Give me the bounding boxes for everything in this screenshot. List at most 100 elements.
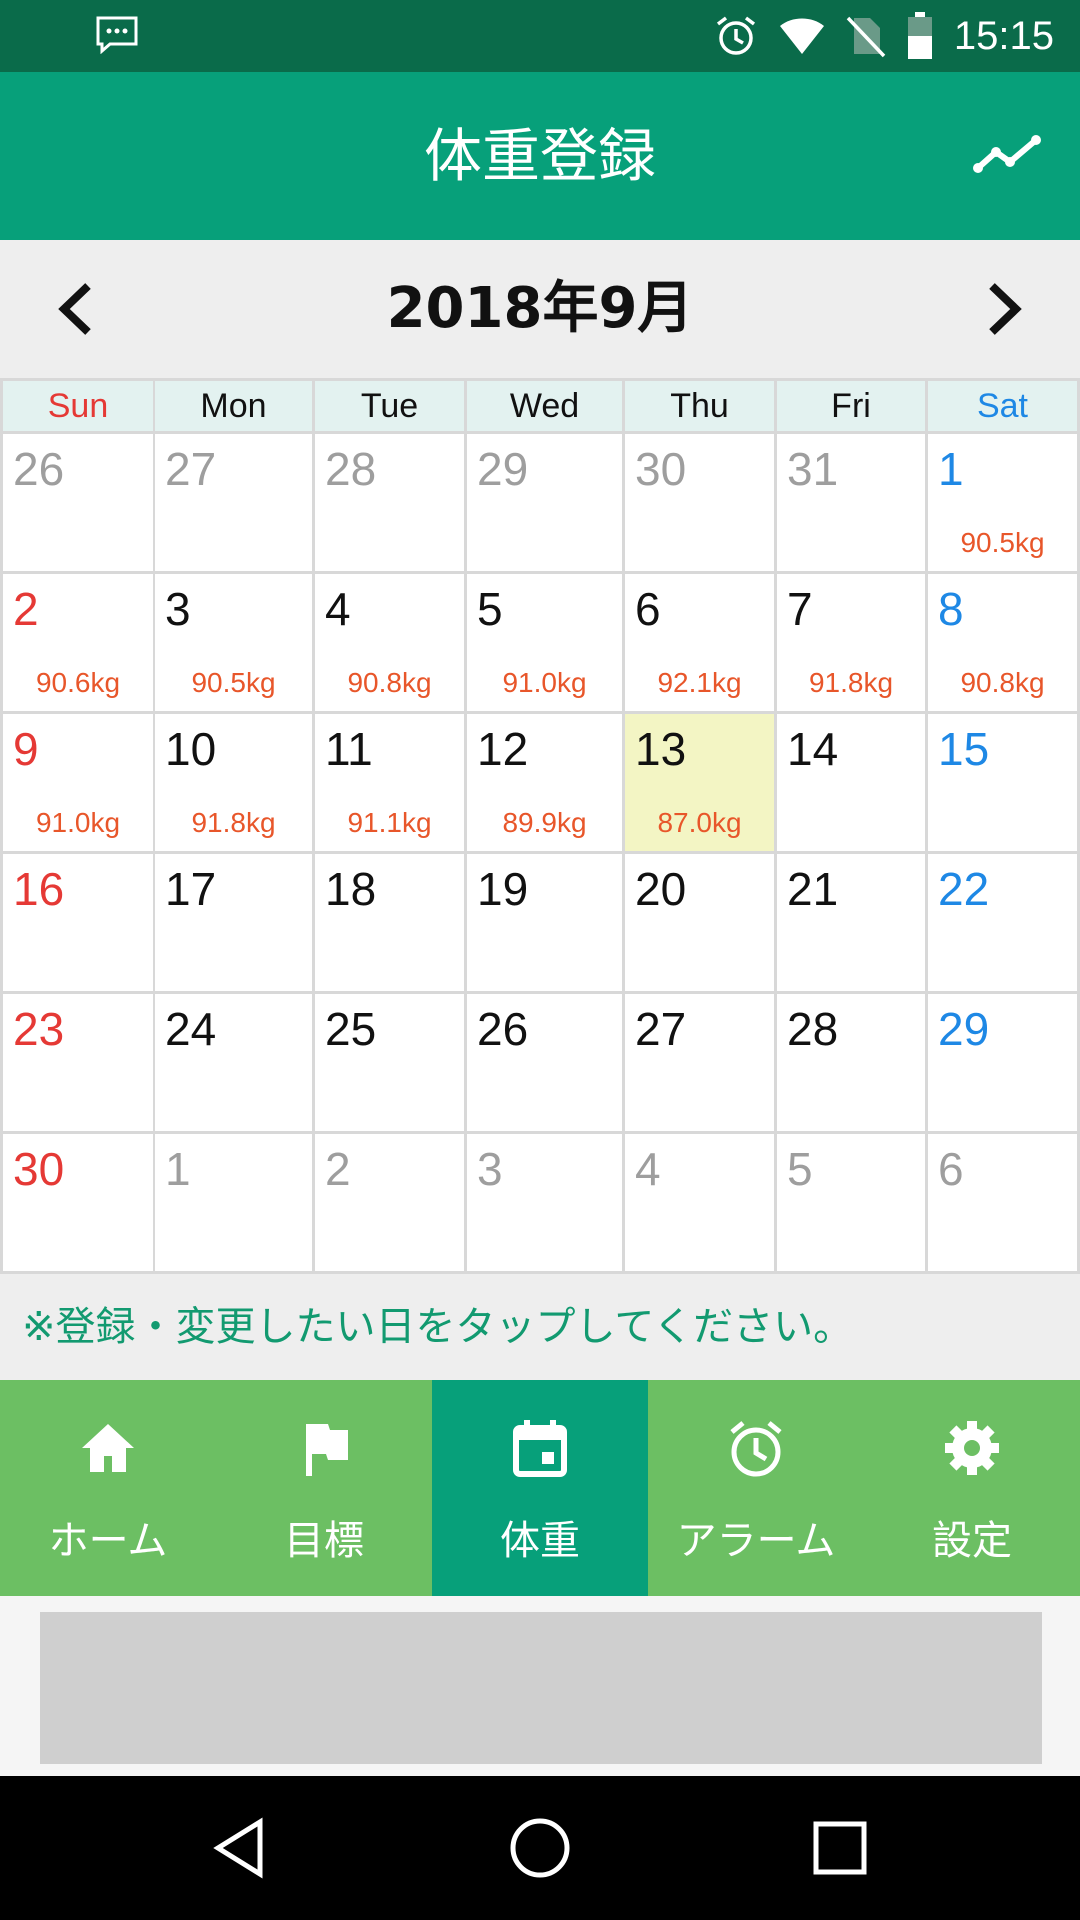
calendar-day[interactable]: 23: [3, 994, 153, 1131]
message-icon: [96, 16, 138, 54]
day-number: 26: [477, 1003, 529, 1055]
calendar-day[interactable]: 30: [625, 434, 774, 571]
nav-label: アラーム: [676, 1518, 836, 1564]
ad-banner[interactable]: [40, 1612, 1042, 1764]
weekday-header: Tue: [315, 381, 464, 431]
calendar-day[interactable]: 2: [315, 1134, 464, 1271]
weight-value: 91.0kg: [502, 667, 587, 698]
calendar-day[interactable]: 6: [928, 1134, 1077, 1271]
day-number: 14: [787, 723, 839, 775]
weekday-header: Mon: [155, 381, 312, 431]
nav-label: 目標: [284, 1518, 364, 1564]
calendar-day[interactable]: 25: [315, 994, 464, 1131]
calendar-day[interactable]: 26: [467, 994, 622, 1131]
calendar-day[interactable]: 5 91.0kg: [467, 574, 622, 711]
calendar-day[interactable]: 7 91.8kg: [777, 574, 925, 711]
day-number: 24: [165, 1003, 217, 1055]
nav-goal[interactable]: 目標: [216, 1380, 432, 1596]
status-bar: 15:15: [0, 0, 1080, 72]
day-number: 7: [787, 583, 813, 635]
calendar-day[interactable]: 27: [155, 434, 312, 571]
day-number: 28: [787, 1003, 839, 1055]
trend-graph-icon[interactable]: [972, 126, 1044, 186]
calendar-day[interactable]: 22: [928, 854, 1077, 991]
recents-icon[interactable]: [806, 1814, 874, 1882]
wifi-icon: [779, 18, 824, 54]
nav-label: 設定: [932, 1518, 1012, 1564]
calendar-day[interactable]: 2 90.6kg: [3, 574, 153, 711]
day-number: 19: [477, 863, 529, 915]
calendar-day[interactable]: 30: [3, 1134, 153, 1271]
day-number: 2: [325, 1143, 351, 1195]
day-number: 20: [635, 863, 687, 915]
calendar-day[interactable]: 26: [3, 434, 153, 571]
weight-value: 92.1kg: [657, 667, 742, 698]
day-number: 4: [635, 1143, 661, 1195]
day-number: 29: [938, 1003, 990, 1055]
calendar-day[interactable]: 3: [467, 1134, 622, 1271]
calendar-day[interactable]: 6 92.1kg: [625, 574, 774, 711]
nav-label: 体重: [500, 1518, 580, 1564]
home-button-icon[interactable]: [506, 1814, 574, 1882]
day-number: 11: [325, 723, 373, 775]
chevron-right-icon[interactable]: [968, 274, 1038, 344]
nav-settings[interactable]: 設定: [864, 1380, 1080, 1596]
day-number: 2: [13, 583, 39, 635]
day-number: 13: [635, 723, 687, 775]
nav-home[interactable]: ホーム: [0, 1380, 216, 1596]
calendar-day[interactable]: 8 90.8kg: [928, 574, 1077, 711]
calendar-day[interactable]: 21: [777, 854, 925, 991]
calendar-day[interactable]: 20: [625, 854, 774, 991]
calendar-day-today[interactable]: 13 87.0kg: [625, 714, 774, 851]
weight-value: 91.1kg: [347, 807, 432, 838]
flag-icon: [306, 1424, 348, 1476]
nav-weight[interactable]: 体重: [432, 1380, 648, 1596]
calendar-day[interactable]: 15: [928, 714, 1077, 851]
home-icon: [82, 1424, 134, 1472]
status-time: 15:15: [953, 13, 1054, 58]
alarm-clock-icon: [730, 1421, 782, 1477]
calendar-day[interactable]: 4 90.8kg: [315, 574, 464, 711]
nav-alarm[interactable]: アラーム: [648, 1380, 864, 1596]
calendar-day[interactable]: 31: [777, 434, 925, 571]
calendar-day[interactable]: 10 91.8kg: [155, 714, 312, 851]
calendar-day[interactable]: 29: [928, 994, 1077, 1131]
calendar-day[interactable]: 3 90.5kg: [155, 574, 312, 711]
back-icon[interactable]: [206, 1814, 274, 1882]
weight-value: 91.0kg: [35, 807, 121, 838]
calendar-day[interactable]: 1 90.5kg: [928, 434, 1077, 571]
calendar-day[interactable]: 28: [315, 434, 464, 571]
calendar-day[interactable]: 24: [155, 994, 312, 1131]
day-number: 28: [325, 443, 377, 495]
day-number: 8: [938, 583, 964, 635]
day-number: 21: [787, 863, 839, 915]
calendar-day[interactable]: 29: [467, 434, 622, 571]
calendar-day[interactable]: 5: [777, 1134, 925, 1271]
calendar-day[interactable]: 28: [777, 994, 925, 1131]
calendar-day[interactable]: 9 91.0kg: [3, 714, 153, 851]
gear-icon: [945, 1421, 999, 1475]
weight-value: 91.8kg: [808, 667, 894, 698]
calendar-day[interactable]: 1: [155, 1134, 312, 1271]
calendar-day[interactable]: 14: [777, 714, 925, 851]
weight-value: 89.9kg: [502, 807, 587, 838]
calendar-day[interactable]: 16: [3, 854, 153, 991]
day-number: 10: [165, 723, 217, 775]
calendar-day[interactable]: 11 91.1kg: [315, 714, 464, 851]
day-number: 27: [635, 1003, 687, 1055]
day-number: 1: [165, 1143, 191, 1195]
day-number: 23: [13, 1003, 65, 1055]
month-navigator: 2018年9月: [0, 240, 1080, 378]
calendar-day[interactable]: 12 89.9kg: [467, 714, 622, 851]
weight-value: 87.0kg: [657, 807, 742, 838]
day-number: 6: [938, 1143, 964, 1195]
weight-value: 90.5kg: [191, 667, 276, 698]
calendar-day[interactable]: 27: [625, 994, 774, 1131]
calendar-day[interactable]: 18: [315, 854, 464, 991]
calendar-day[interactable]: 17: [155, 854, 312, 991]
ad-banner-area: [0, 1596, 1080, 1776]
calendar-day[interactable]: 4: [625, 1134, 774, 1271]
app-bar: 体重登録: [0, 72, 1080, 240]
calendar-day[interactable]: 19: [467, 854, 622, 991]
no-sim-icon: [846, 16, 886, 58]
